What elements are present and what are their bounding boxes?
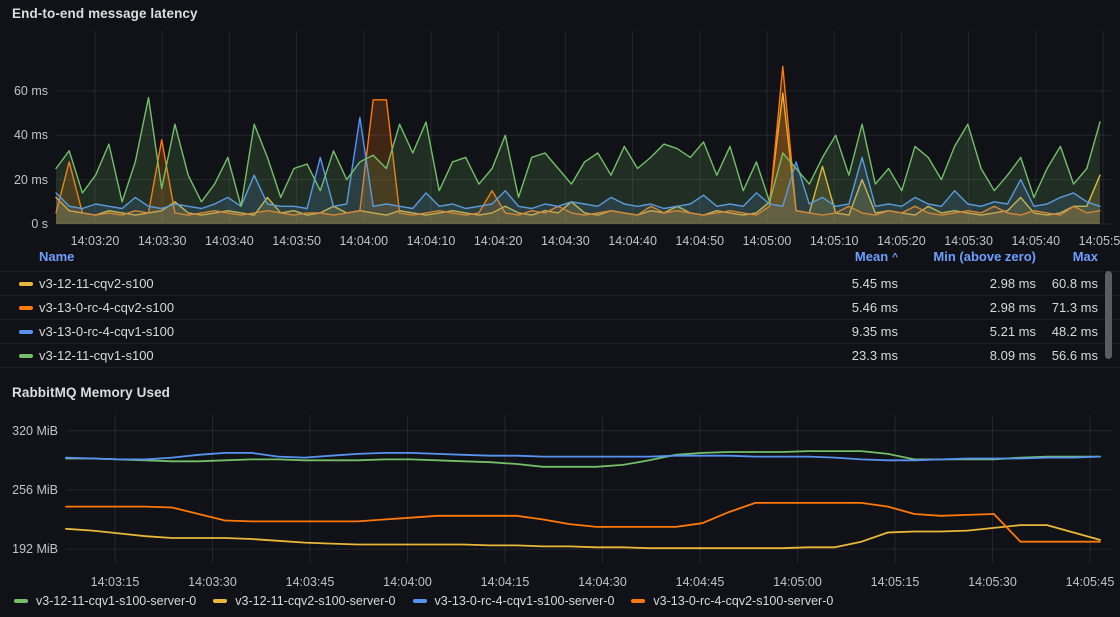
x-tick-label: 14:04:30 [558,574,648,590]
series-color-swatch [19,330,33,334]
sort-ascending-icon: ^ [892,252,898,263]
x-tick-label: 14:03:15 [70,574,160,590]
legend-header-max[interactable]: Max [1073,249,1098,264]
y-tick-label: 40 ms [0,127,48,143]
x-tick-label: 14:04:00 [363,574,453,590]
legend-header-min[interactable]: Min (above zero) [933,249,1036,264]
legend-table-row: v3-13-0-rc-4-cqv2-s100 5.46 ms 2.98 ms 71.3… [0,295,1120,320]
legend-item[interactable]: v3-13-0-rc-4-cqv1-s100-server-0 [413,594,615,608]
legend-item[interactable]: v3-12-11-cqv1-s100-server-0 [14,594,196,608]
y-tick-label: 0 s [0,216,48,232]
y-tick-label: 256 MiB [0,482,58,498]
legend-min-value: 2.98 ms [990,276,1036,291]
legend-item[interactable]: v3-12-11-cqv2-s100-server-0 [213,594,395,608]
x-tick-label: 14:05:45 [1045,574,1120,590]
grafana-dashboard: End-to-end message latency Name Mean^ Mi… [0,0,1120,617]
y-tick-label: 192 MiB [0,541,58,557]
x-tick-label: 14:05:00 [753,574,843,590]
series-color-swatch [14,599,28,603]
legend-mean-value: 5.46 ms [852,300,898,315]
legend-max-value: 60.8 ms [1052,276,1098,291]
legend-item-label: v3-13-0-rc-4-cqv2-s100-server-0 [653,594,833,608]
y-tick-label: 320 MiB [0,423,58,439]
legend-item[interactable]: v3-13-0-rc-4-cqv2-s100-server-0 [631,594,833,608]
legend-table-header: Name Mean^ Min (above zero) Max [0,249,1120,268]
legend-table-row: v3-12-11-cqv2-s100 5.45 ms 2.98 ms 60.8 ms [0,271,1120,296]
legend-mean-value: 5.45 ms [852,276,898,291]
legend-mean-value: 23.3 ms [852,348,898,363]
legend-series-name[interactable]: v3-13-0-rc-4-cqv2-s100 [39,300,174,315]
x-tick-label: 14:05:15 [850,574,940,590]
legend-series-name[interactable]: v3-12-11-cqv2-s100 [39,276,154,291]
legend-min-value: 8.09 ms [990,348,1036,363]
x-tick-label: 14:05:50 [1058,233,1120,249]
legend-min-value: 2.98 ms [990,300,1036,315]
series-color-swatch [19,306,33,310]
y-tick-label: 20 ms [0,172,48,188]
legend-scrollbar-thumb[interactable] [1105,271,1112,359]
x-tick-label: 14:03:30 [168,574,258,590]
x-tick-label: 14:04:15 [460,574,550,590]
series-color-swatch [413,599,427,603]
legend-header-mean[interactable]: Mean^ [855,249,898,264]
series-color-swatch [19,354,33,358]
panel-title-memory[interactable]: RabbitMQ Memory Used [12,385,170,400]
x-tick-label: 14:05:30 [948,574,1038,590]
x-tick-label: 14:04:45 [655,574,745,590]
legend-table-row: v3-12-11-cqv1-s100 23.3 ms 8.09 ms 56.6 ms [0,343,1120,368]
legend-max-value: 48.2 ms [1052,324,1098,339]
legend-mean-value: 9.35 ms [852,324,898,339]
legend-table-row: v3-13-0-rc-4-cqv1-s100 9.35 ms 5.21 ms 48.2… [0,319,1120,344]
legend-table-bottom-border [0,367,1120,368]
legend-max-value: 71.3 ms [1052,300,1098,315]
legend-series-name[interactable]: v3-12-11-cqv1-s100 [39,348,154,363]
legend-item-label: v3-12-11-cqv1-s100-server-0 [36,594,196,608]
legend-min-value: 5.21 ms [990,324,1036,339]
panel-title-latency[interactable]: End-to-end message latency [12,6,198,21]
legend-item-label: v3-13-0-rc-4-cqv1-s100-server-0 [435,594,615,608]
legend-max-value: 56.6 ms [1052,348,1098,363]
legend-header-name[interactable]: Name [39,249,74,264]
memory-chart-legend: v3-12-11-cqv1-s100-server-0 v3-12-11-cqv2… [14,594,833,608]
series-color-swatch [631,599,645,603]
legend-item-label: v3-12-11-cqv2-s100-server-0 [235,594,395,608]
x-tick-label: 14:03:45 [265,574,355,590]
series-color-swatch [213,599,227,603]
y-tick-label: 60 ms [0,83,48,99]
legend-series-name[interactable]: v3-13-0-rc-4-cqv1-s100 [39,324,174,339]
series-color-swatch [19,282,33,286]
